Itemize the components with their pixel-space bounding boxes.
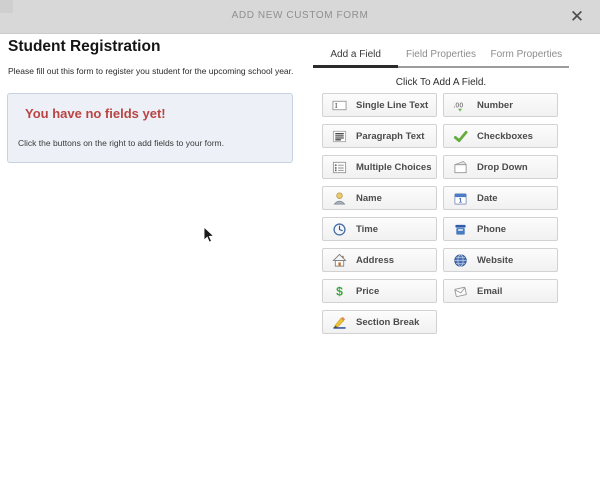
drop-down-button[interactable]: Drop Down — [443, 155, 558, 179]
field-button-label: Single Line Text — [356, 100, 428, 111]
phone-icon — [453, 222, 468, 237]
close-icon[interactable]: ✕ — [566, 6, 588, 28]
section-break-icon — [332, 315, 347, 330]
tab-form-properties[interactable]: Form Properties — [484, 49, 569, 68]
address-button[interactable]: Address — [322, 248, 437, 272]
field-button-label: Section Break — [356, 317, 419, 328]
section-break-button[interactable]: Section Break — [322, 310, 437, 334]
svg-text:$: $ — [336, 284, 343, 298]
paragraph-text-icon — [332, 129, 347, 144]
modal-header: ADD NEW CUSTOM FORM ✕ — [0, 0, 600, 34]
add-field-instruction: Click To Add A Field. — [313, 77, 569, 88]
paragraph-text-button[interactable]: Paragraph Text — [322, 124, 437, 148]
field-button-label: Multiple Choices — [356, 162, 431, 173]
empty-fields-panel: You have no fields yet! Click the button… — [7, 93, 293, 163]
field-button-label: Website — [477, 255, 513, 266]
tab-add-a-field[interactable]: Add a Field — [313, 49, 398, 68]
multiple-choices-icon — [332, 160, 347, 175]
number-icon: .00 — [453, 98, 468, 113]
tab-field-properties[interactable]: Field Properties — [398, 49, 483, 68]
field-panel-tabs: Add a Field Field Properties Form Proper… — [313, 49, 569, 68]
field-button-label: Date — [477, 193, 498, 204]
single-line-text-button[interactable]: Single Line Text — [322, 93, 437, 117]
svg-text:1: 1 — [459, 197, 463, 204]
empty-state-headline: You have no fields yet! — [25, 106, 166, 121]
empty-state-hint: Click the buttons on the right to add fi… — [18, 138, 224, 148]
field-button-label: Address — [356, 255, 394, 266]
page-title: Student Registration — [8, 38, 160, 56]
field-button-label: Checkboxes — [477, 131, 533, 142]
field-button-label: Phone — [477, 224, 506, 235]
email-icon — [453, 284, 468, 299]
field-type-grid: Single Line Text .00 Number Paragraph Te… — [322, 93, 558, 334]
field-button-label: Name — [356, 193, 382, 204]
single-line-text-icon — [332, 98, 347, 113]
date-icon: 1 — [453, 191, 468, 206]
drop-down-icon — [453, 160, 468, 175]
modal-title: ADD NEW CUSTOM FORM — [0, 10, 600, 21]
form-description: Please fill out this form to register yo… — [8, 66, 298, 76]
email-button[interactable]: Email — [443, 279, 558, 303]
checkboxes-button[interactable]: Checkboxes — [443, 124, 558, 148]
price-button[interactable]: $ Price — [322, 279, 437, 303]
mouse-cursor — [203, 226, 215, 249]
field-button-label: Paragraph Text — [356, 131, 424, 142]
address-icon — [332, 253, 347, 268]
multiple-choices-button[interactable]: Multiple Choices — [322, 155, 437, 179]
field-button-label: Email — [477, 286, 502, 297]
website-icon — [453, 253, 468, 268]
field-button-label: Price — [356, 286, 379, 297]
name-button[interactable]: Name — [322, 186, 437, 210]
field-button-label: Drop Down — [477, 162, 528, 173]
price-icon: $ — [332, 284, 347, 299]
field-button-label: Time — [356, 224, 378, 235]
svg-text:.00: .00 — [453, 102, 463, 109]
checkboxes-icon — [453, 129, 468, 144]
website-button[interactable]: Website — [443, 248, 558, 272]
name-icon — [332, 191, 347, 206]
field-button-label: Number — [477, 100, 513, 111]
phone-button[interactable]: Phone — [443, 217, 558, 241]
time-icon — [332, 222, 347, 237]
number-button[interactable]: .00 Number — [443, 93, 558, 117]
date-button[interactable]: 1 Date — [443, 186, 558, 210]
time-button[interactable]: Time — [322, 217, 437, 241]
